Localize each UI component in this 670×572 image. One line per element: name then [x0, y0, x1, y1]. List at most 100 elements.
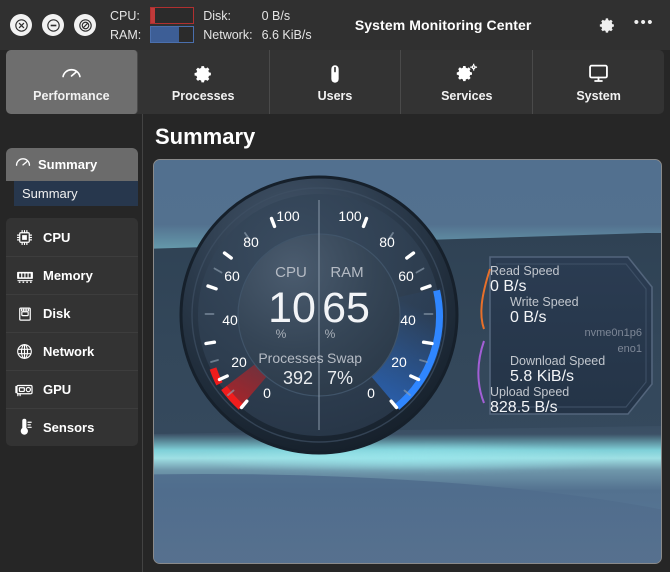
sidebar-item-label: Disk	[43, 306, 71, 321]
mouse-icon	[324, 62, 346, 86]
svg-text:80: 80	[379, 234, 395, 250]
svg-text:RAM: RAM	[330, 264, 363, 281]
tab-processes[interactable]: Processes	[138, 50, 270, 114]
system-monitoring-center-window: CPU: Disk: 0 B/s RAM: Network: 6.6 KiB/s…	[0, 0, 670, 572]
list-item-summary[interactable]: Summary	[14, 181, 138, 206]
cpu-chip-icon	[14, 228, 35, 247]
minimize-button[interactable]	[42, 14, 64, 36]
svg-text:40: 40	[222, 312, 238, 328]
tab-system[interactable]: System	[533, 50, 664, 114]
main-tab-bar: Performance Processes Users Services Sys…	[6, 50, 664, 114]
globe-icon	[14, 342, 35, 361]
close-button[interactable]	[10, 14, 32, 36]
stat-value: 828.5 B/s	[490, 398, 558, 416]
memory-stick-icon	[14, 266, 35, 286]
close-icon	[14, 18, 28, 32]
disk-device-name: nvme0n1p6	[584, 326, 643, 339]
summary-panel: Read Speed 0 B/s Write Speed 0 B/s nvme0…	[153, 159, 662, 564]
svg-text:0: 0	[263, 385, 271, 401]
main-content: Summary Read Speed 0 B/s Write Speed 0 B…	[143, 114, 670, 572]
gauge-graphic: 0 20 40 60 80 100 0 20 40 60 80 100 CPU …	[179, 175, 459, 455]
sidebar-item-gpu[interactable]: GPU	[6, 370, 138, 408]
tab-label: System	[576, 88, 621, 103]
gear-icon	[192, 62, 214, 86]
settings-button[interactable]	[599, 17, 616, 34]
window-body: Summary Summary CPU Memory Disk Network …	[0, 114, 670, 572]
header-metrics: CPU: Disk: 0 B/s RAM: Network: 6.6 KiB/s	[110, 7, 312, 43]
cpu-meter-bar	[150, 7, 195, 24]
stat-value: 5.8 KiB/s	[510, 367, 575, 385]
tab-performance[interactable]: Performance	[6, 50, 138, 114]
svg-text:80: 80	[243, 234, 259, 250]
sidebar-item-label: GPU	[43, 382, 72, 397]
network-label: Network:	[203, 27, 253, 42]
stat-label: Read Speed	[490, 264, 560, 278]
gpu-card-icon	[14, 379, 35, 400]
gears-icon	[455, 62, 479, 86]
stat-value: 0 B/s	[490, 278, 527, 296]
sidebar: Summary Summary CPU Memory Disk Network …	[0, 114, 143, 572]
maximize-icon	[78, 18, 92, 32]
tab-users[interactable]: Users	[270, 50, 402, 114]
sidebar-item-memory[interactable]: Memory	[6, 256, 138, 294]
more-options-button[interactable]: •••	[634, 15, 654, 35]
gauge-icon	[60, 62, 83, 86]
stat-label: Upload Speed	[490, 384, 570, 399]
stat-label: Download Speed	[510, 353, 606, 368]
sidebar-item-label: Memory	[43, 268, 93, 283]
sidebar-item-summary[interactable]: Summary	[6, 148, 138, 181]
tab-services[interactable]: Services	[401, 50, 534, 114]
svg-text:%: %	[325, 327, 336, 341]
sidebar-item-cpu[interactable]: CPU	[6, 218, 138, 256]
svg-text:10: 10	[268, 284, 316, 332]
window-controls	[10, 14, 96, 36]
svg-text:60: 60	[398, 268, 414, 284]
stat-write-speed: Write Speed 0 B/s	[510, 294, 642, 327]
tab-label: Processes	[171, 88, 235, 103]
sidebar-summary-list: Summary	[14, 181, 138, 206]
page-title: Summary	[155, 124, 256, 149]
sidebar-item-disk[interactable]: Disk	[6, 294, 138, 332]
sidebar-item-label: CPU	[43, 229, 71, 245]
thermometer-icon	[14, 418, 35, 437]
svg-text:0: 0	[367, 385, 375, 401]
sidebar-item-label: Sensors	[43, 420, 95, 435]
svg-text:392: 392	[283, 368, 313, 388]
sidebar-summary-section: Summary Summary	[6, 114, 138, 206]
tab-label: Performance	[33, 88, 110, 103]
svg-text:20: 20	[231, 354, 247, 370]
maximize-button[interactable]	[74, 14, 96, 36]
sidebar-item-network[interactable]: Network	[6, 332, 138, 370]
svg-text:40: 40	[400, 312, 416, 328]
minimize-icon	[46, 18, 60, 32]
svg-text:65: 65	[322, 284, 370, 332]
sidebar-item-sensors[interactable]: Sensors	[6, 408, 138, 446]
sidebar-header-label: Summary	[38, 157, 98, 172]
stat-upload-speed: Upload Speed 828.5 B/s	[490, 384, 642, 417]
disk-label: Disk:	[203, 8, 232, 23]
gauge-icon	[14, 154, 32, 175]
app-title: System Monitoring Center	[354, 17, 532, 33]
svg-text:%: %	[276, 327, 287, 341]
title-bar-actions: •••	[599, 15, 660, 35]
sidebar-item-label: Network	[43, 344, 95, 359]
stat-value: 0 B/s	[510, 309, 547, 327]
svg-text:CPU: CPU	[275, 264, 307, 281]
svg-text:100: 100	[276, 208, 300, 224]
stat-read-speed: Read Speed 0 B/s	[490, 264, 642, 296]
cpu-meter-label: CPU:	[110, 8, 140, 23]
monitor-icon	[587, 62, 610, 86]
svg-text:Swap: Swap	[327, 350, 362, 366]
stat-label: Write Speed	[510, 294, 579, 309]
cpu-ram-gauge: 0 20 40 60 80 100 0 20 40 60 80 100 CPU …	[178, 174, 460, 456]
speeds-panel: Read Speed 0 B/s Write Speed 0 B/s nvme0…	[460, 253, 656, 418]
gear-icon	[599, 17, 614, 33]
svg-text:100: 100	[338, 208, 362, 224]
stat-download-speed: Download Speed 5.8 KiB/s	[510, 353, 642, 386]
tab-label: Services	[441, 88, 493, 103]
ram-meter-label: RAM:	[110, 27, 142, 42]
svg-text:60: 60	[224, 268, 240, 284]
svg-text:20: 20	[391, 354, 407, 370]
tab-label: Users	[317, 88, 353, 103]
svg-text:Processes: Processes	[258, 350, 323, 366]
